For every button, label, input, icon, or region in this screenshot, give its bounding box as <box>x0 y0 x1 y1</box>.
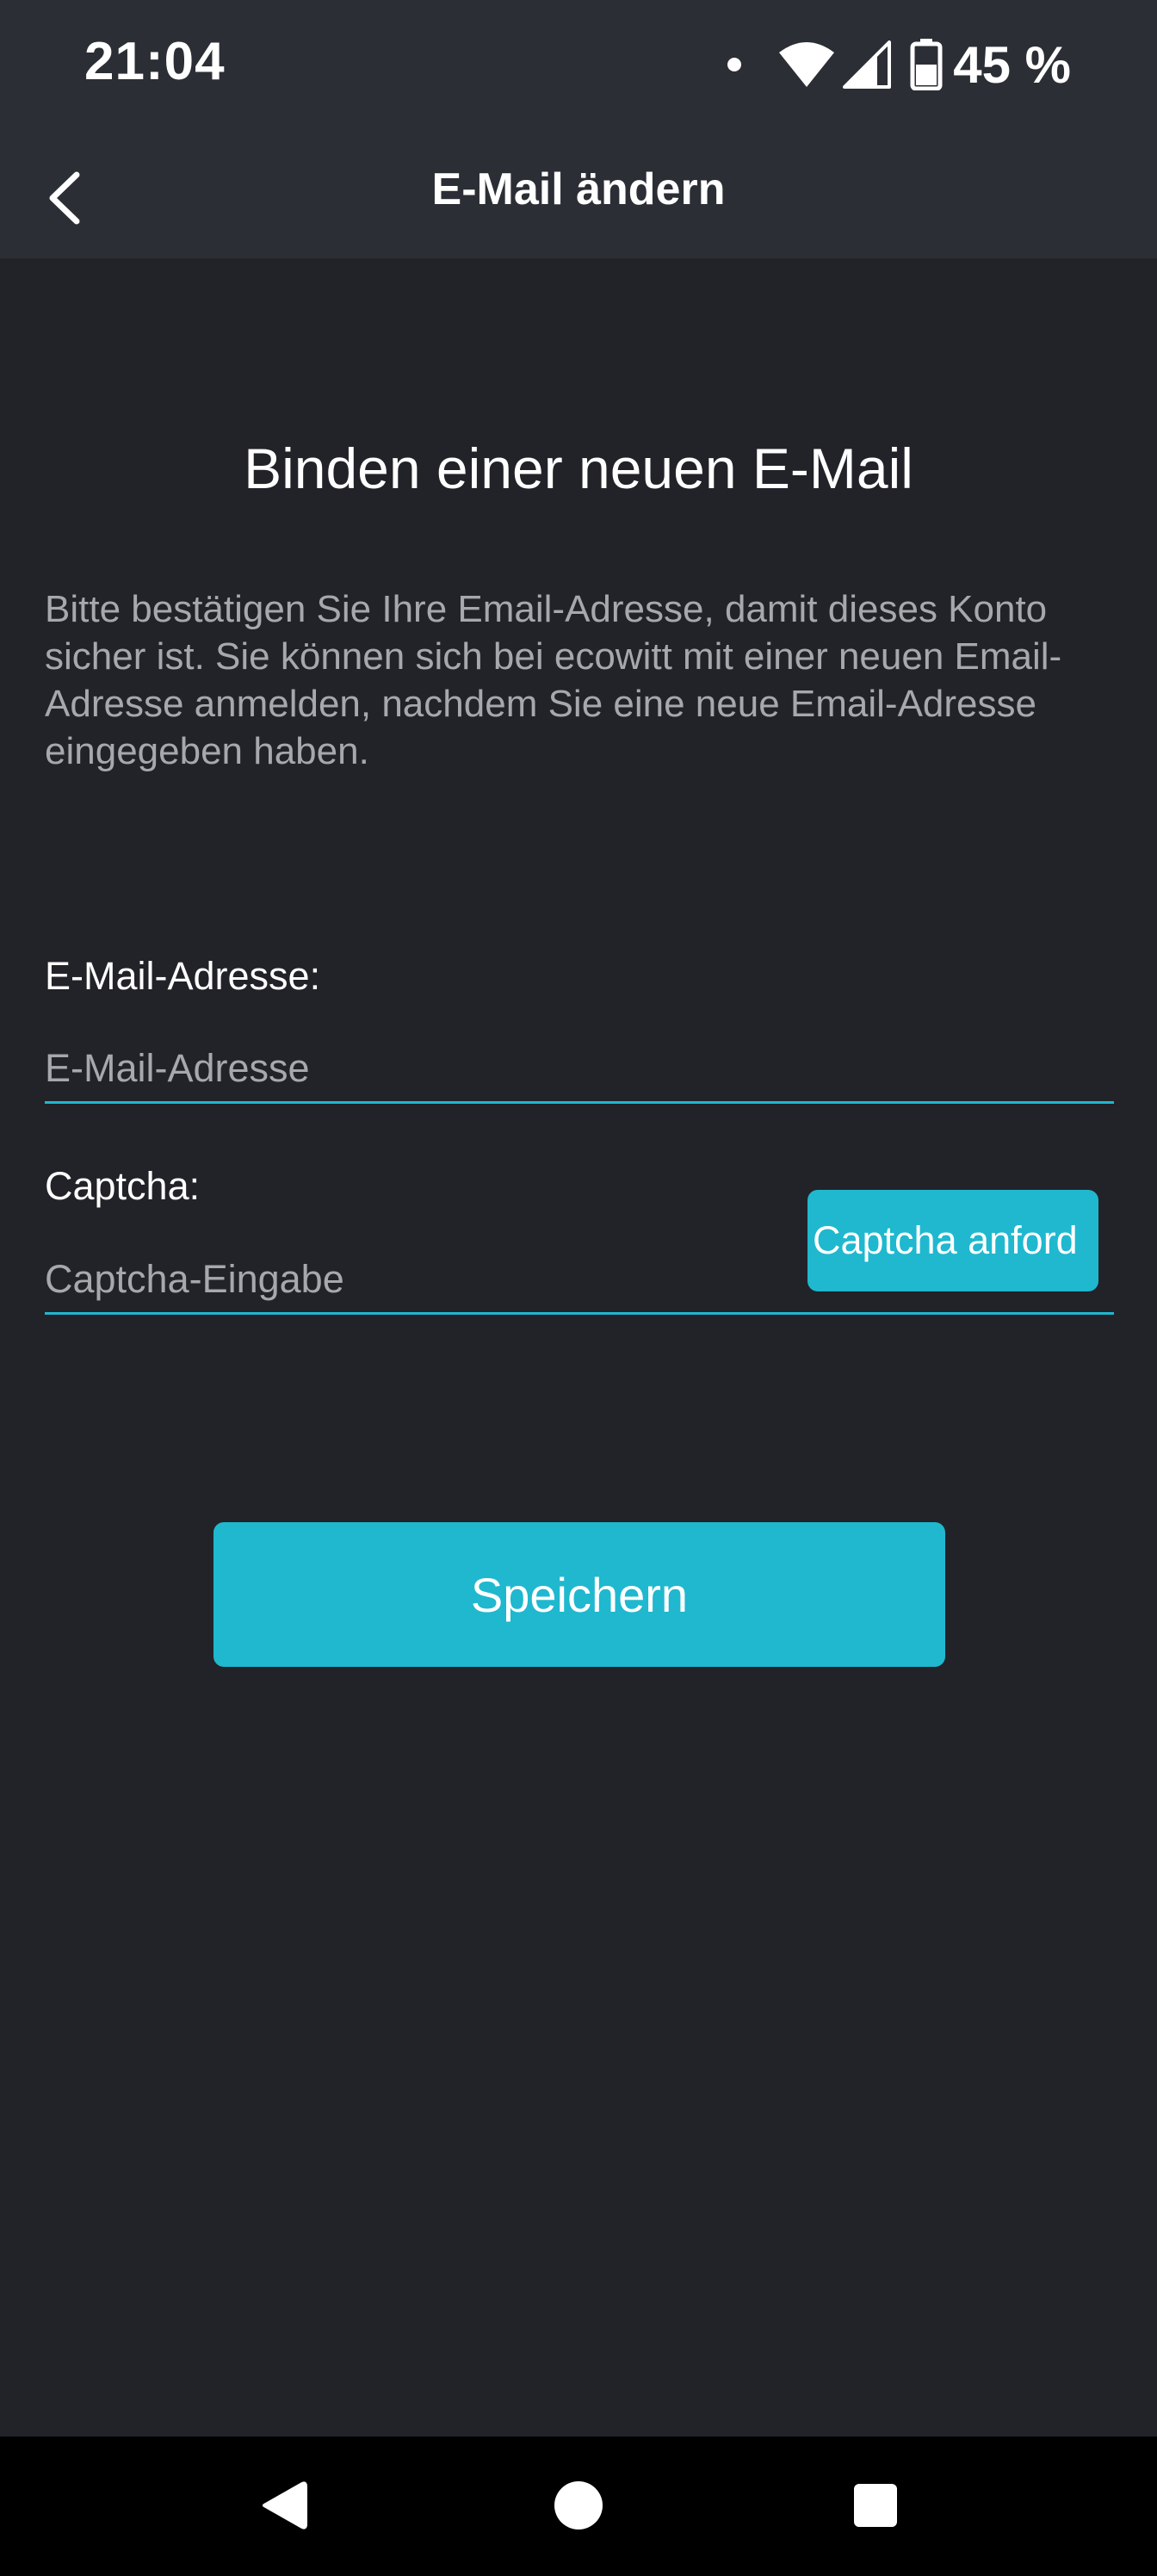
home-circle-icon <box>554 2481 603 2530</box>
notification-dot-icon <box>727 58 742 71</box>
section-heading: Binden einer neuen E-Mail <box>244 437 913 500</box>
app-bar: E-Mail ändern <box>0 133 1157 258</box>
page-title: E-Mail ändern <box>431 164 726 214</box>
status-bar: 21:04 45 % <box>0 0 1157 133</box>
nav-recents-button[interactable] <box>841 2471 910 2540</box>
system-nav-bar <box>0 2437 1157 2576</box>
save-button[interactable]: Speichern <box>213 1522 945 1667</box>
back-triangle-icon <box>263 2481 307 2530</box>
email-label: E-Mail-Adresse: <box>45 954 321 998</box>
nav-home-button[interactable] <box>544 2471 613 2540</box>
wifi-icon <box>779 42 835 87</box>
captcha-label: Captcha: <box>45 1164 201 1208</box>
status-time: 21:04 <box>84 32 226 91</box>
battery-percentage: 45 % <box>953 35 1071 94</box>
recents-square-icon <box>854 2484 897 2527</box>
battery-icon <box>910 39 943 90</box>
cellular-signal-icon <box>843 40 892 89</box>
description-text: Bitte bestätigen Sie Ihre Email-Adresse,… <box>45 588 1062 772</box>
email-input[interactable] <box>45 1035 1114 1104</box>
main-content: Binden einer neuen E-Mail Bitte bestätig… <box>0 258 1157 2437</box>
request-captcha-button[interactable]: Captcha anford <box>807 1190 1098 1291</box>
status-icons: 45 % <box>727 34 1071 95</box>
nav-back-button[interactable] <box>250 2471 319 2540</box>
